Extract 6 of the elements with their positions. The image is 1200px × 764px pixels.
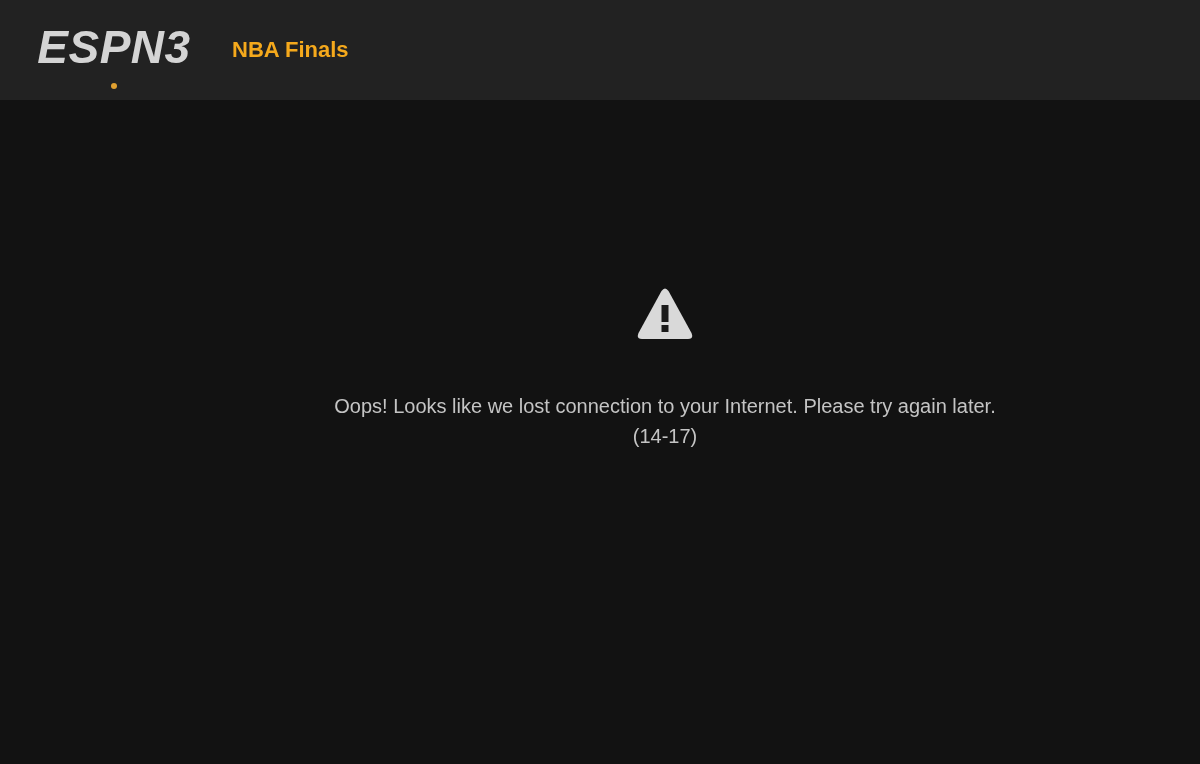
- dot-icon: [110, 83, 117, 89]
- warning-icon: [637, 288, 693, 340]
- page-title: NBA Finals: [232, 36, 349, 64]
- error-code: (14-17): [632, 424, 698, 449]
- error-message: Oops! Looks like we lost connection to your Internet. Please try again later.: [334, 394, 996, 419]
- logo: ESPN3: [37, 26, 191, 68]
